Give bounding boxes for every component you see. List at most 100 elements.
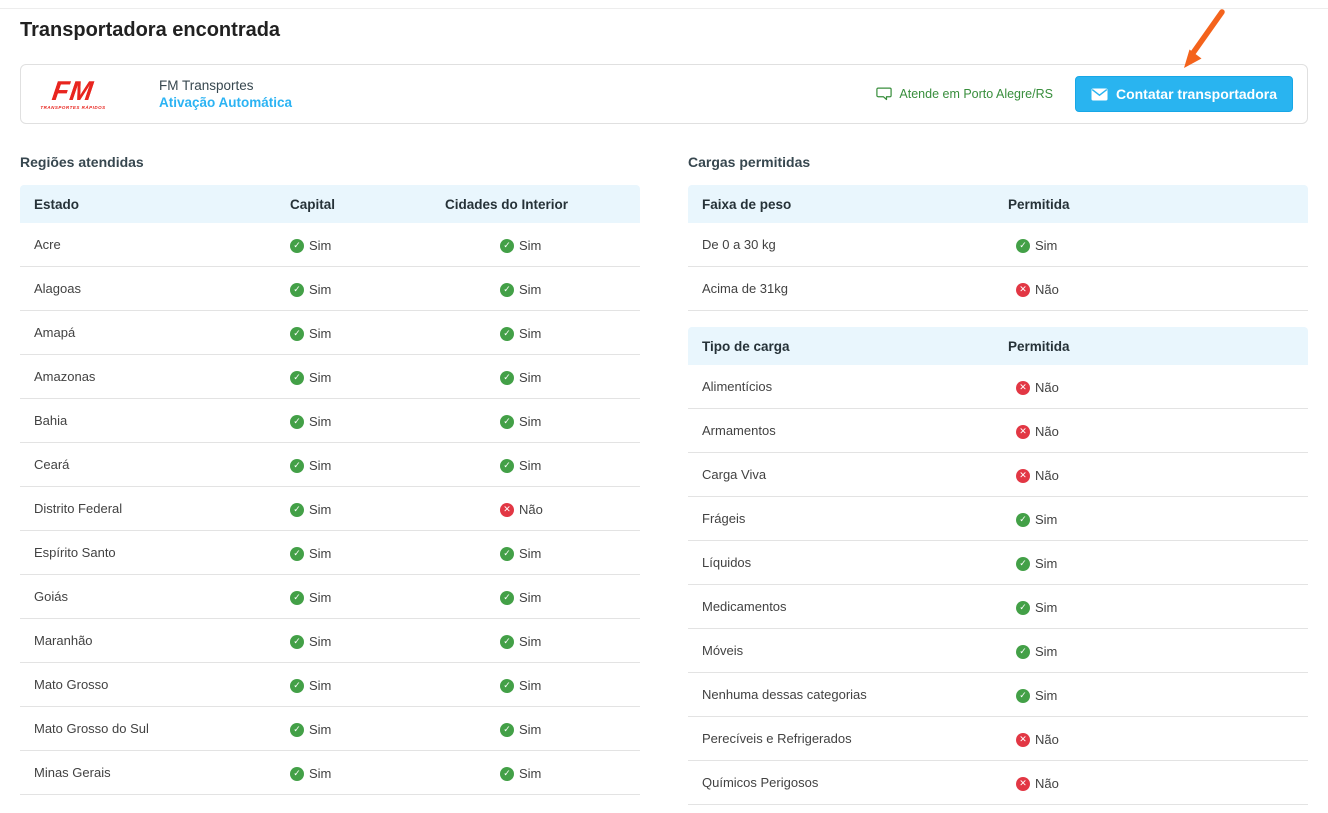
check-circle-icon: ✓: [500, 547, 514, 561]
contact-carrier-button[interactable]: Contatar transportadora: [1075, 76, 1293, 112]
weight-table-header: Faixa de peso Permitida: [688, 185, 1308, 223]
table-cell: ✓ Sim: [445, 588, 640, 605]
status-badge-yes: ✓Sim: [500, 282, 541, 297]
check-circle-icon: ✓: [500, 635, 514, 649]
column-header-faixa-peso: Faixa de peso: [688, 197, 1008, 212]
column-header-permitida-weight: Permitida: [1008, 197, 1308, 212]
check-circle-icon: ✓: [500, 723, 514, 737]
regions-table-header: Estado Capital Cidades do Interior: [20, 185, 640, 223]
status-badge-yes: ✓ Sim: [290, 414, 331, 429]
status-badge-yes: ✓Sim: [290, 282, 331, 297]
table-row: Goiás✓Sim✓Sim: [20, 575, 640, 619]
table-cell: ✓Sim: [1008, 236, 1308, 253]
table-cell: De 0 a 30 kg: [688, 237, 1008, 252]
check-circle-icon: ✓: [290, 635, 304, 649]
status-label: Sim: [309, 722, 331, 737]
table-cell: ✓Sim: [290, 544, 445, 561]
table-cell: Medicamentos: [688, 599, 1008, 614]
status-badge-yes: ✓Sim: [290, 722, 331, 737]
status-badge-yes: ✓Sim: [500, 634, 541, 649]
table-cell: Alagoas: [20, 281, 290, 296]
table-cell: Químicos Perigosos: [688, 775, 1008, 790]
check-circle-icon: ✓: [290, 503, 304, 517]
check-circle-icon: ✓: [290, 591, 304, 605]
x-circle-icon: ✕: [1016, 733, 1030, 747]
check-circle-icon: ✓: [500, 415, 514, 429]
status-label: Não: [519, 502, 543, 517]
table-cell: ✓ Sim: [1008, 510, 1308, 527]
status-badge-no: ✕Não: [1016, 380, 1059, 395]
column-header-permitida-type: Permitida: [1008, 339, 1308, 354]
status-label: Sim: [309, 370, 331, 385]
table-cell: ✓Sim: [445, 456, 640, 473]
status-label: Não: [1035, 468, 1059, 483]
table-cell: ✕Não: [1008, 774, 1308, 791]
table-cell: ✓Sim: [445, 236, 640, 253]
check-circle-icon: ✓: [290, 459, 304, 473]
table-cell: ✓Sim: [1008, 554, 1308, 571]
status-label: Sim: [519, 590, 541, 605]
regions-table-body: Acre ✓ Sim ✓ Sim Alagoas ✓ Sim ✓ Sim Amapá ✓ Sim ✓ Sim…: [20, 223, 640, 795]
table-cell: Espírito Santo: [20, 545, 290, 560]
page-title: Transportadora encontrada: [20, 17, 1308, 43]
status-label: Sim: [1035, 512, 1057, 527]
table-cell: ✓Sim: [290, 764, 445, 781]
status-badge-yes: ✓ Sim: [290, 458, 331, 473]
check-circle-icon: ✓: [1016, 601, 1030, 615]
check-circle-icon: ✓: [500, 679, 514, 693]
status-label: Sim: [309, 458, 331, 473]
table-cell: Carga Viva: [688, 467, 1008, 482]
table-cell: Perecíveis e Refrigerados: [688, 731, 1008, 746]
chat-bubble-icon: [876, 87, 892, 101]
status-label: Sim: [1035, 600, 1057, 615]
cargo-type-table-header: Tipo de carga Permitida: [688, 327, 1308, 365]
table-cell: Maranhão: [20, 633, 290, 648]
status-label: Sim: [309, 634, 331, 649]
table-cell: ✓ Sim: [290, 412, 445, 429]
check-circle-icon: ✓: [290, 415, 304, 429]
table-row: Acima de 31kg✕Não: [688, 267, 1308, 311]
status-label: Não: [1035, 380, 1059, 395]
status-badge-yes: ✓Sim: [500, 414, 541, 429]
status-label: Não: [1035, 732, 1059, 747]
table-cell: ✕Não: [1008, 280, 1308, 297]
x-circle-icon: ✕: [1016, 777, 1030, 791]
main-content: Transportadora encontrada FM TRANSPORTES…: [0, 17, 1328, 805]
table-cell: ✕Não: [445, 500, 640, 517]
table-cell: Amapá: [20, 325, 290, 340]
table-cell: ✓Sim: [445, 280, 640, 297]
table-cell: ✓Sim: [445, 324, 640, 341]
regions-section: Regiões atendidas Estado Capital Cidades…: [20, 154, 640, 805]
table-cell: Mato Grosso do Sul: [20, 721, 290, 736]
status-badge-yes: ✓ Sim: [1016, 512, 1057, 527]
status-label: Sim: [309, 414, 331, 429]
table-cell: ✓ Sim: [290, 632, 445, 649]
check-circle-icon: ✓: [500, 459, 514, 473]
check-circle-icon: ✓: [500, 591, 514, 605]
table-cell: Acre: [20, 237, 290, 252]
table-row: Amazonas✓Sim✓Sim: [20, 355, 640, 399]
status-badge-yes: ✓Sim: [500, 370, 541, 385]
column-header-tipo-carga: Tipo de carga: [688, 339, 1008, 354]
status-badge-yes: ✓Sim: [1016, 238, 1057, 253]
table-cell: ✓Sim: [445, 720, 640, 737]
activation-link[interactable]: Ativação Automática: [159, 95, 292, 110]
weight-table: Faixa de peso Permitida De 0 a 30 kg ✓Sim…: [688, 185, 1308, 311]
status-badge-yes: ✓Sim: [500, 238, 541, 253]
cargo-type-table-body: Alimentícios✕NãoArmamentos✕NãoCarga Viva…: [688, 365, 1308, 805]
check-circle-icon: ✓: [290, 547, 304, 561]
table-cell: ✓Sim: [1008, 686, 1308, 703]
status-badge-no: ✕Não: [1016, 282, 1059, 297]
check-circle-icon: ✓: [1016, 513, 1030, 527]
table-row: De 0 a 30 kg ✓Sim: [688, 223, 1308, 267]
table-cell: ✓Sim: [290, 676, 445, 693]
status-badge-yes: ✓Sim: [290, 590, 331, 605]
table-cell: Alimentícios: [688, 379, 1008, 394]
status-badge-yes: ✓Sim: [500, 458, 541, 473]
status-label: Sim: [1035, 556, 1057, 571]
status-label: Sim: [309, 238, 331, 253]
status-label: Sim: [519, 766, 541, 781]
table-cell: ✓Sim: [445, 368, 640, 385]
status-badge-yes: ✓Sim: [290, 766, 331, 781]
page-top-divider: [0, 0, 1328, 9]
